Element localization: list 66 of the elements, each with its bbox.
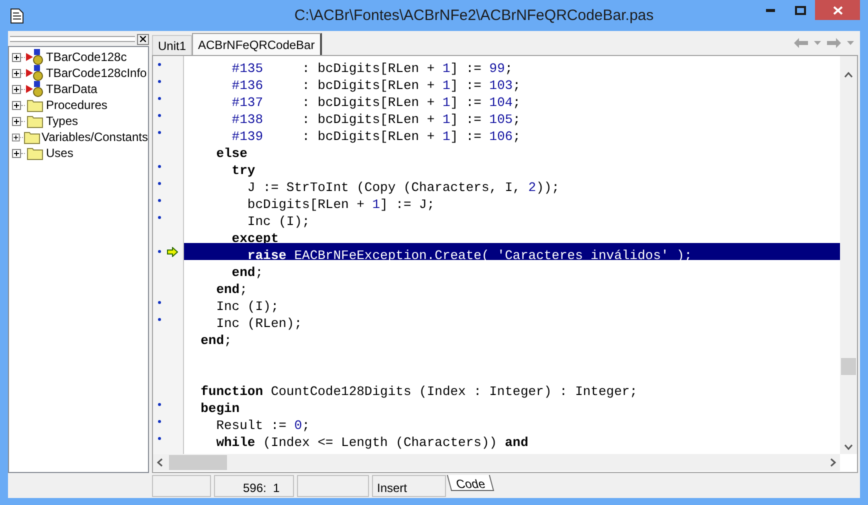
- code-line: Inc (I);: [215, 299, 279, 314]
- code-line: begin: [200, 401, 240, 416]
- horizontal-scrollbar[interactable]: [153, 454, 840, 471]
- scroll-down-icon[interactable]: [844, 444, 853, 450]
- code-line: #139 : bcDigits[RLen + 1] := 106;: [230, 129, 520, 144]
- code-line: while (Index <= Length (Characters)) and: [215, 435, 528, 450]
- code-line: Result := 0;: [215, 418, 310, 433]
- panel-close-button[interactable]: [137, 34, 149, 44]
- code-line: end;: [230, 265, 264, 280]
- expander-icon[interactable]: [12, 116, 21, 126]
- tree-item[interactable]: Variables/Constants: [41, 128, 148, 146]
- insert-mode: Insert: [372, 475, 446, 497]
- code-line: Inc (RLen);: [215, 316, 302, 331]
- editor-tab[interactable]: Unit1: [152, 35, 192, 55]
- code-line: J := StrToInt (Copy (Characters, I, 2));: [246, 180, 560, 195]
- expander-icon[interactable]: [12, 100, 21, 110]
- status-panel: [152, 475, 211, 497]
- document-icon: [10, 8, 24, 24]
- tree-item[interactable]: Procedures: [46, 96, 108, 114]
- close-button[interactable]: [815, 0, 860, 20]
- maximize-icon: [794, 6, 806, 15]
- expander-icon[interactable]: [12, 132, 20, 142]
- code-line: #135 : bcDigits[RLen + 1] := 99;: [230, 61, 513, 76]
- code-line: try: [230, 163, 256, 178]
- status-panel: [297, 475, 369, 497]
- class-icon: [26, 49, 44, 65]
- scroll-left-icon[interactable]: [157, 458, 163, 467]
- close-icon: [140, 36, 146, 42]
- code-line: function CountCode128Digits (Index : Integer) : Integer;: [200, 384, 638, 399]
- code-line: #138 : bcDigits[RLen + 1] := 105;: [230, 112, 520, 127]
- execution-arrow-icon: [167, 246, 178, 256]
- cursor-position: 596: 1: [214, 475, 294, 497]
- code-line: #137 : bcDigits[RLen + 1] := 104;: [230, 95, 520, 110]
- scroll-up-icon[interactable]: [844, 72, 853, 78]
- class-icon: [26, 81, 44, 97]
- class-icon: [26, 65, 44, 81]
- editor-tab[interactable]: ACBrNFeQRCodeBar: [192, 33, 322, 55]
- close-icon: [832, 6, 842, 14]
- code-tab[interactable]: Code: [446, 475, 494, 491]
- code-line: end;: [200, 333, 232, 348]
- vertical-scrollbar[interactable]: [840, 56, 857, 454]
- tree-item[interactable]: Types: [46, 112, 78, 130]
- scroll-thumb[interactable]: [841, 358, 856, 375]
- scroll-right-icon[interactable]: [830, 458, 836, 467]
- panel-grip[interactable]: [10, 36, 135, 42]
- tree-item[interactable]: TBarCode128c: [46, 48, 127, 66]
- code-line: #136 : bcDigits[RLen + 1] := 103;: [230, 78, 520, 93]
- code-line: else: [215, 146, 248, 161]
- tree-item[interactable]: TBarCode128cInfo: [46, 64, 147, 82]
- folder-icon: [27, 114, 43, 128]
- code-line: except: [230, 231, 279, 246]
- tree-item[interactable]: Uses: [46, 144, 74, 162]
- folder-icon: [27, 146, 43, 160]
- code-line: end;: [215, 282, 248, 297]
- code-line: Inc (I);: [246, 214, 310, 229]
- tree-item[interactable]: TBarData: [46, 80, 98, 98]
- expander-icon[interactable]: [12, 148, 21, 158]
- minimize-icon: [766, 9, 774, 12]
- expander-icon[interactable]: [12, 68, 21, 78]
- expander-icon[interactable]: [12, 52, 21, 62]
- folder-icon: [27, 98, 43, 112]
- expander-icon[interactable]: [12, 84, 21, 94]
- scroll-thumb[interactable]: [169, 455, 227, 470]
- folder-icon: [24, 130, 40, 144]
- window-title: C:\ACBr\Fontes\ACBrNFe2\ACBrNFeQRCodeBar.pas: [293, 6, 655, 26]
- code-line: bcDigits[RLen + 1] := J;: [246, 197, 435, 212]
